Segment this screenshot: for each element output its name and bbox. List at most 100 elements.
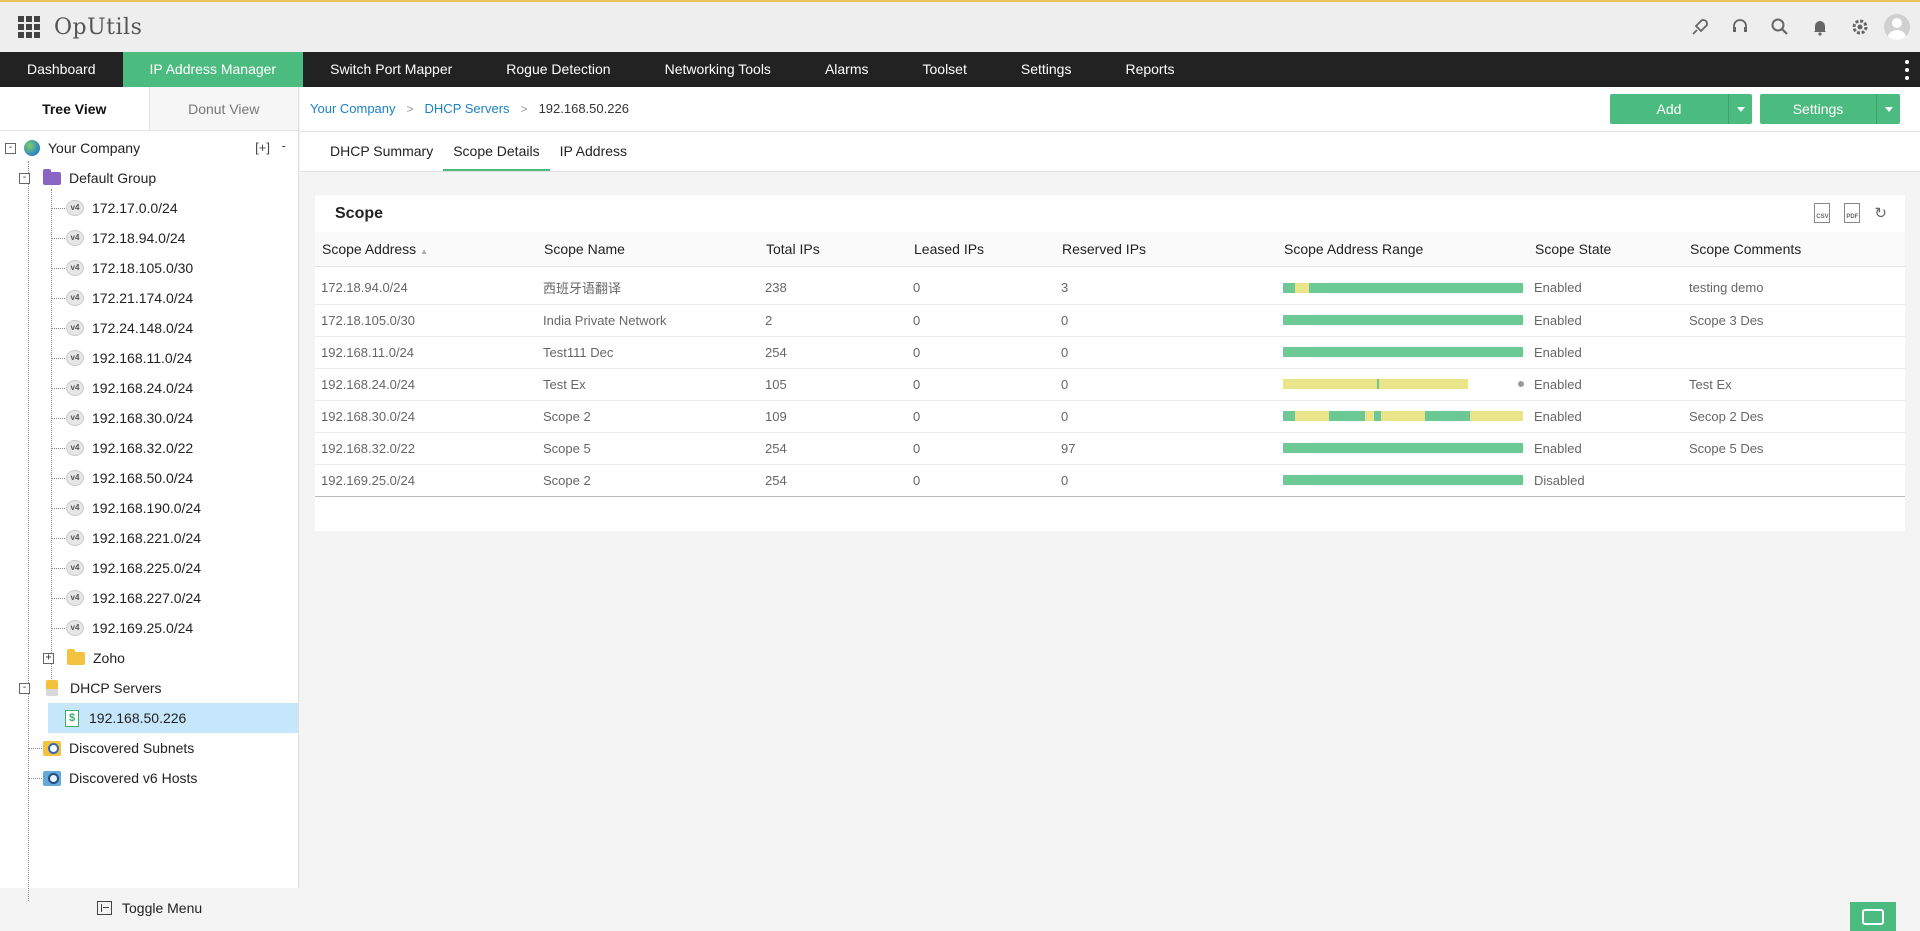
- support-headset-icon[interactable]: [1720, 12, 1760, 42]
- cell-range: [1277, 304, 1528, 337]
- toggle-menu-button[interactable]: Toggle Menu: [97, 900, 202, 916]
- tree-node-dhcp-server-item[interactable]: $ 192.168.50.226: [48, 703, 298, 733]
- nav-ip-address-manager[interactable]: IP Address Manager: [122, 52, 304, 87]
- cell-name: Test111 Dec: [537, 336, 759, 369]
- user-avatar[interactable]: [1884, 14, 1910, 40]
- cell-leased: 0: [907, 464, 1055, 497]
- tree-node-subnet[interactable]: v4 192.168.24.0/24: [0, 373, 298, 403]
- expand-icon[interactable]: +: [43, 653, 54, 664]
- search-icon[interactable]: [1760, 12, 1800, 42]
- collapse-all-button[interactable]: -: [282, 138, 286, 153]
- more-vertical-icon[interactable]: [1904, 60, 1910, 80]
- table-row[interactable]: 172.18.94.0/24 西班牙语翻译 238 0 3 Enabled testing …: [315, 272, 1905, 305]
- tree-node-subnet[interactable]: v4 192.168.225.0/24: [0, 553, 298, 583]
- nav-switch-port-mapper[interactable]: Switch Port Mapper: [303, 52, 479, 87]
- cell-state: Enabled: [1528, 272, 1683, 305]
- rocket-icon[interactable]: [1680, 12, 1720, 42]
- tree-node-subnet[interactable]: v4 192.168.190.0/24: [0, 493, 298, 523]
- cell-leased: 0: [907, 432, 1055, 465]
- tree-node-subnet[interactable]: v4 192.168.227.0/24: [0, 583, 298, 613]
- scope-range-bar[interactable]: [1283, 282, 1523, 293]
- table-row[interactable]: 192.168.30.0/24 Scope 2 109 0 0 Enabled Secop …: [315, 400, 1905, 433]
- tree-node-discovered-v6[interactable]: Discovered v6 Hosts: [0, 763, 298, 793]
- nav-networking-tools[interactable]: Networking Tools: [638, 52, 798, 87]
- column-header-leased-ips[interactable]: Leased IPs: [907, 232, 1055, 267]
- tree-node-subnet[interactable]: v4 172.18.94.0/24: [0, 223, 298, 253]
- tree-node-dhcp-servers[interactable]: - DHCP Servers: [0, 673, 298, 703]
- nav-settings[interactable]: Settings: [994, 52, 1099, 87]
- tree-node-subnet[interactable]: v4 192.168.50.0/24: [0, 463, 298, 493]
- chat-icon[interactable]: [1850, 902, 1896, 931]
- nav-rogue-detection[interactable]: Rogue Detection: [479, 52, 637, 87]
- tree-node-zoho[interactable]: + Zoho: [0, 643, 298, 673]
- column-header-scope-name[interactable]: Scope Name: [537, 232, 759, 267]
- add-group-button[interactable]: [+]: [255, 140, 270, 155]
- tree-node-subnet[interactable]: v4 172.18.105.0/30: [0, 253, 298, 283]
- tree-node-subnet[interactable]: v4 192.168.32.0/22: [0, 433, 298, 463]
- bell-icon[interactable]: [1800, 12, 1840, 42]
- table-row[interactable]: 192.169.25.0/24 Scope 2 254 0 0 Disabled: [315, 464, 1905, 497]
- column-header-scope-state[interactable]: Scope State: [1528, 232, 1683, 267]
- settings-dropdown-icon[interactable]: [1876, 94, 1900, 124]
- sort-ascending-icon[interactable]: ▲: [420, 247, 428, 256]
- csv-export-icon[interactable]: CSV: [1814, 203, 1831, 223]
- nav-reports[interactable]: Reports: [1098, 52, 1201, 87]
- tree-node-subnet[interactable]: v4 192.168.221.0/24: [0, 523, 298, 553]
- tab-scope-details[interactable]: Scope Details: [443, 132, 550, 171]
- scope-range-bar[interactable]: [1283, 443, 1523, 453]
- column-header-scope-address-range[interactable]: Scope Address Range: [1277, 232, 1528, 267]
- cell-name: 西班牙语翻译: [537, 272, 759, 305]
- ipv4-icon: v4: [66, 290, 84, 306]
- column-header-scope-comments[interactable]: Scope Comments: [1683, 232, 1905, 267]
- scope-range-bar[interactable]: [1283, 379, 1525, 389]
- cell-total: 109: [759, 400, 907, 433]
- app-grid-icon[interactable]: [18, 16, 40, 38]
- table-row[interactable]: 192.168.32.0/22 Scope 5 254 0 97 Enabled Scope…: [315, 432, 1905, 465]
- ipv4-icon: v4: [66, 350, 84, 366]
- cell-total: 238: [759, 272, 907, 305]
- tree-node-default-group[interactable]: - Default Group: [0, 163, 298, 193]
- tree-node-subnet[interactable]: v4 192.168.30.0/24: [0, 403, 298, 433]
- refresh-icon[interactable]: ↻: [1874, 204, 1887, 222]
- range-segment-used: [1470, 411, 1523, 421]
- nav-dashboard[interactable]: Dashboard: [0, 52, 123, 87]
- column-header-reserved-ips[interactable]: Reserved IPs: [1055, 232, 1277, 267]
- tree-node-discovered-subnets[interactable]: Discovered Subnets: [0, 733, 298, 763]
- scope-range-bar[interactable]: [1283, 315, 1523, 325]
- tab-dhcp-summary[interactable]: DHCP Summary: [320, 132, 443, 171]
- tab-donut-view[interactable]: Donut View: [149, 87, 298, 130]
- range-segment-available: [1283, 347, 1523, 357]
- cell-range: [1277, 432, 1528, 465]
- nav-alarms[interactable]: Alarms: [798, 52, 896, 87]
- add-button[interactable]: Add: [1610, 94, 1728, 124]
- nav-toolset[interactable]: Toolset: [896, 52, 994, 87]
- table-row[interactable]: 172.18.105.0/30 India Private Network 2 0 0 E…: [315, 304, 1905, 337]
- tree-node-subnet[interactable]: v4 192.169.25.0/24: [0, 613, 298, 643]
- tab-tree-view[interactable]: Tree View: [0, 87, 150, 130]
- collapse-icon[interactable]: -: [19, 173, 30, 184]
- tree-node-subnet[interactable]: v4 192.168.11.0/24: [0, 343, 298, 373]
- scope-range-bar[interactable]: [1283, 475, 1523, 485]
- view-tabs: Tree View Donut View: [0, 87, 298, 131]
- add-dropdown-icon[interactable]: [1728, 94, 1752, 124]
- table-row[interactable]: 192.168.11.0/24 Test111 Dec 254 0 0 Enabled: [315, 336, 1905, 369]
- gear-icon[interactable]: [1840, 12, 1880, 42]
- tree-node-subnet[interactable]: v4 172.24.148.0/24: [0, 313, 298, 343]
- table-row[interactable]: 192.168.24.0/24 Test Ex 105 0 0 Enabled Test E…: [315, 368, 1905, 401]
- breadcrumb-section[interactable]: DHCP Servers: [425, 101, 510, 116]
- collapse-icon[interactable]: -: [5, 143, 16, 154]
- breadcrumb-root[interactable]: Your Company: [310, 101, 396, 116]
- column-header-scope-address[interactable]: Scope Address ▲: [315, 232, 537, 267]
- pdf-export-icon[interactable]: PDF: [1844, 203, 1861, 223]
- tree-node-subnet[interactable]: v4 172.21.174.0/24: [0, 283, 298, 313]
- scope-range-bar[interactable]: [1283, 411, 1523, 421]
- collapse-icon[interactable]: -: [19, 683, 30, 694]
- settings-button[interactable]: Settings: [1760, 94, 1876, 124]
- scope-range-bar[interactable]: [1283, 347, 1523, 357]
- tree-node-subnet[interactable]: v4 172.17.0.0/24: [0, 193, 298, 223]
- range-segment-used: [1381, 411, 1425, 421]
- tree-node-root[interactable]: - Your Company [+] -: [0, 133, 298, 163]
- settings-split-button: Settings: [1760, 94, 1900, 124]
- tab-ip-address[interactable]: IP Address: [550, 132, 637, 171]
- column-header-total-ips[interactable]: Total IPs: [759, 232, 907, 267]
